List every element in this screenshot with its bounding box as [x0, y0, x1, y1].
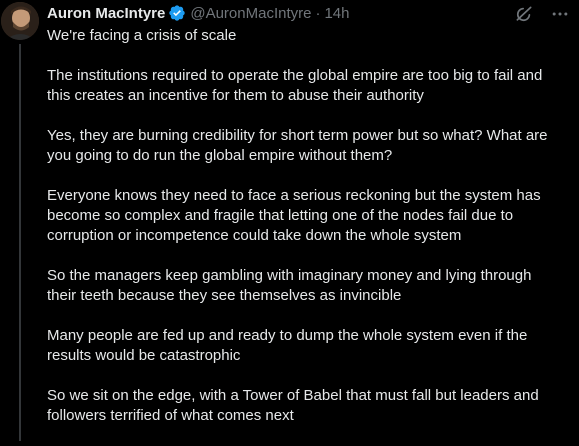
separator-dot: · [315, 4, 321, 22]
tweet-paragraph: Yes, they are burning credibility for sh… [47, 127, 548, 164]
tweet-paragraph: So the managers keep gambling with imagi… [47, 267, 532, 304]
tweet-actions [514, 4, 570, 24]
tweet-text: We're facing a crisis of scale The insti… [47, 26, 573, 446]
tweet[interactable]: Auron MacIntyre @AuronMacIntyre · 14h We… [0, 0, 579, 441]
tweet-paragraph: We're facing a crisis of scale [47, 27, 237, 44]
avatar[interactable] [1, 2, 39, 40]
tweet-paragraph: The institutions required to operate the… [47, 67, 543, 104]
tweet-paragraph: So we sit on the edge, with a Tower of B… [47, 387, 539, 424]
timestamp[interactable]: 14h [324, 5, 349, 22]
author-handle[interactable]: @AuronMacIntyre [190, 5, 311, 22]
author-name[interactable]: Auron MacIntyre [47, 5, 165, 22]
grok-icon[interactable] [514, 4, 534, 24]
tweet-paragraph: Everyone knows they need to face a serio… [47, 187, 541, 244]
thread-line [19, 44, 21, 441]
verified-badge-icon [168, 4, 186, 22]
more-options-icon[interactable] [550, 4, 570, 24]
tweet-header: Auron MacIntyre @AuronMacIntyre · 14h [47, 3, 350, 23]
tweet-paragraph: Many people are fed up and ready to dump… [47, 327, 528, 364]
